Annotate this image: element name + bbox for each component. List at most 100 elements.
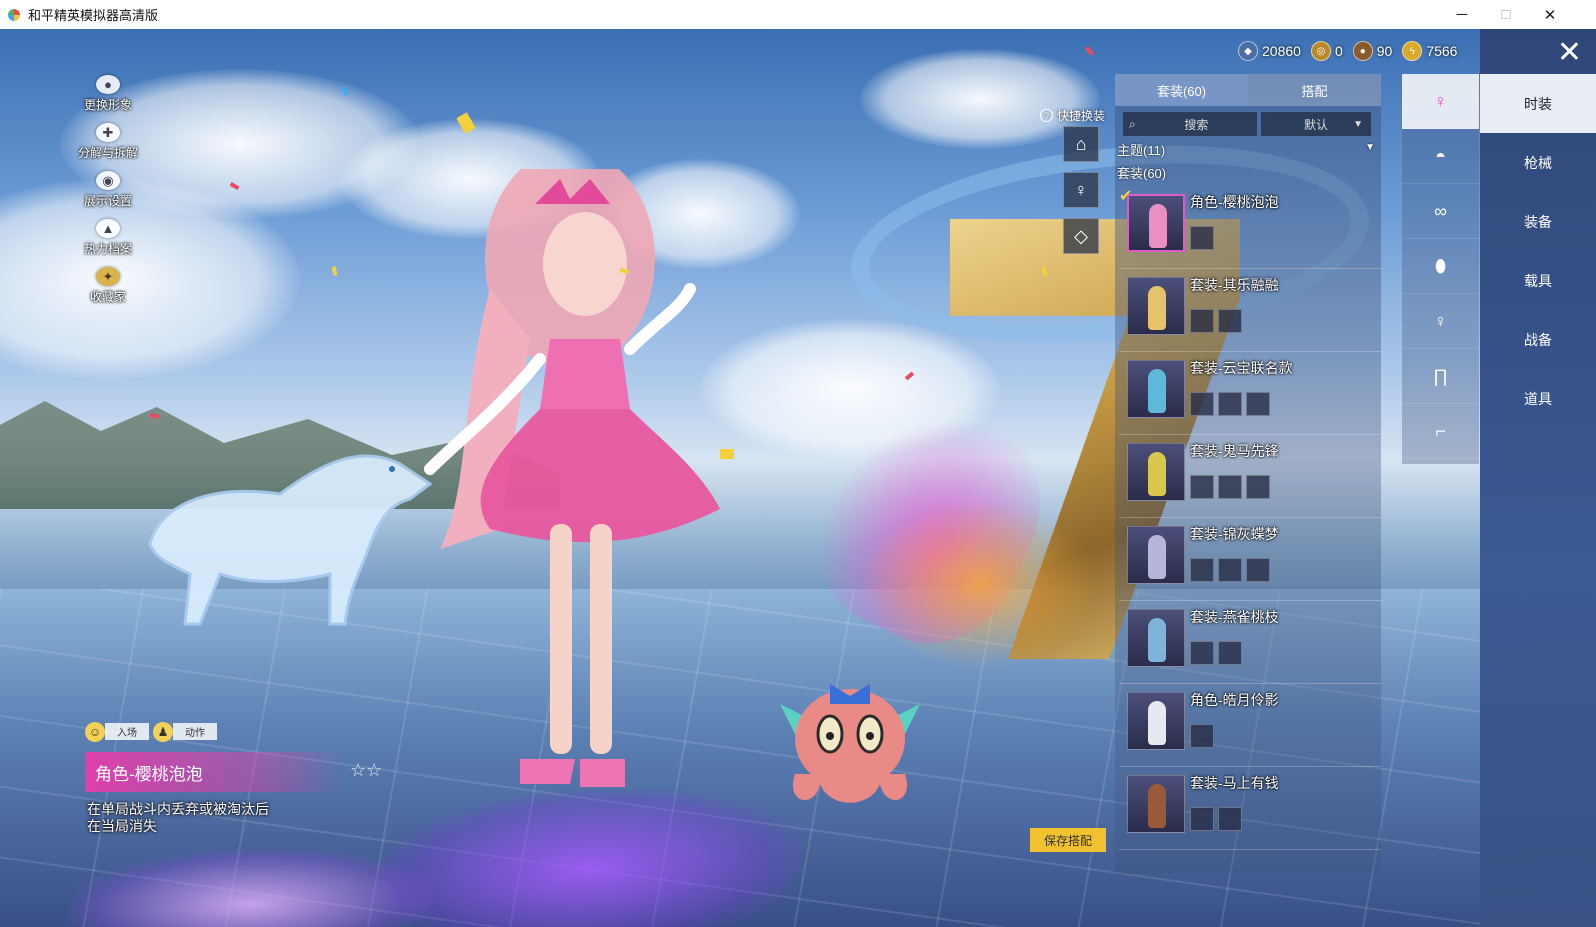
- mask-tab[interactable]: ⬮: [1402, 239, 1479, 294]
- list-item[interactable]: 套装-云宝联名款: [1119, 352, 1381, 435]
- quick-change-label[interactable]: ? 快捷换装: [1040, 107, 1105, 124]
- list-item[interactable]: 套装-燕雀桃枝: [1119, 601, 1381, 684]
- outfit-thumbnail: [1127, 194, 1185, 252]
- ice-wolf-companion: [148, 454, 433, 626]
- search-input[interactable]: ⌕ 搜索: [1123, 112, 1257, 136]
- outfit-description: 在单局战斗内丢弃或被淘汰后在当局消失: [87, 801, 269, 834]
- part-icon[interactable]: [1190, 475, 1214, 499]
- glasses-icon: ∞: [1434, 200, 1447, 221]
- currency-bar: ◆ 20860 ◎ 0 ● 90 ϟ 7566: [1238, 41, 1467, 61]
- category-props[interactable]: 道具: [1480, 369, 1596, 428]
- part-icon[interactable]: [1190, 641, 1214, 665]
- category-fashion[interactable]: 时装: [1480, 74, 1596, 133]
- shoes-icon: ⌐: [1435, 420, 1446, 441]
- part-icon[interactable]: [1218, 807, 1242, 831]
- collector-button[interactable]: ✦ 收藏家: [68, 267, 148, 305]
- character-icon: ♀: [1074, 179, 1088, 200]
- cap-icon: ◓: [1435, 145, 1446, 166]
- category-firearms[interactable]: 枪械: [1480, 133, 1596, 192]
- search-icon: ⌕: [1129, 116, 1136, 131]
- eye-icon: ◉: [96, 171, 120, 190]
- save-combination-button[interactable]: 保存搭配: [1030, 828, 1106, 852]
- part-icon[interactable]: [1246, 392, 1270, 416]
- part-icon[interactable]: [1190, 807, 1214, 831]
- pose-icon: ♟: [153, 721, 173, 742]
- outfit-tab[interactable]: ♀: [1402, 294, 1479, 349]
- checkmark-icon: ✔: [1119, 188, 1133, 205]
- outfit-parts: [1190, 724, 1218, 748]
- outfit-icon: ♀: [1433, 310, 1448, 331]
- tab-combinations[interactable]: 搭配: [1248, 74, 1381, 106]
- list-item[interactable]: 套装-马上有钱: [1119, 767, 1381, 850]
- decompose-button[interactable]: ✚ 分解与拆解: [68, 123, 148, 161]
- list-item[interactable]: 角色-皓月伶影: [1119, 684, 1381, 767]
- part-icon[interactable]: [1218, 641, 1242, 665]
- entrance-tab[interactable]: ☺ 入场: [85, 721, 149, 742]
- shoes-tab[interactable]: ⌐: [1402, 404, 1479, 459]
- pink-octopus-pet: [780, 684, 920, 803]
- close-window-button[interactable]: ✕: [1528, 0, 1572, 29]
- bronze-coin-icon: ●: [1352, 41, 1373, 61]
- currency-diamond: ◆ 20860: [1238, 41, 1301, 61]
- category-vehicles[interactable]: 载具: [1480, 251, 1596, 310]
- hat-tab[interactable]: ◓: [1402, 129, 1479, 184]
- smile-icon: ☺: [85, 721, 105, 742]
- category-equipment[interactable]: 装备: [1480, 192, 1596, 251]
- action-tab[interactable]: ♟ 动作: [153, 721, 217, 742]
- part-icon[interactable]: [1218, 392, 1242, 416]
- pants-tab[interactable]: ∏: [1402, 349, 1479, 404]
- window-title-bar: 和平精英模拟器高清版 ─ □ ✕: [0, 0, 1596, 29]
- part-icon[interactable]: [1246, 558, 1270, 582]
- sort-dropdown[interactable]: 默认 ▼: [1261, 112, 1371, 136]
- outfit-parts: [1190, 558, 1274, 582]
- glasses-tab[interactable]: ∞: [1402, 184, 1479, 239]
- outfit-thumbnail: [1127, 277, 1185, 335]
- outfit-parts: [1190, 475, 1274, 499]
- close-icon[interactable]: ✕: [1480, 29, 1596, 75]
- player-character-cherry-bubble: [424, 169, 720, 787]
- theme-filter[interactable]: 主题(11) ▼: [1117, 140, 1379, 158]
- list-item[interactable]: 套装-锦灰蝶梦: [1119, 518, 1381, 601]
- change-appearance-button[interactable]: ● 更换形象: [68, 75, 148, 113]
- full-outfit-tab[interactable]: ♀: [1402, 74, 1479, 129]
- person-icon: ●: [96, 75, 120, 94]
- diamond-quick-button[interactable]: ◇: [1063, 218, 1099, 254]
- outfit-thumbnail: [1127, 692, 1185, 750]
- window-title: 和平精英模拟器高清版: [28, 8, 159, 23]
- display-settings-button[interactable]: ◉ 展示设置: [68, 171, 148, 209]
- category-list: 时装 枪械 装备 载具 战备 道具: [1480, 74, 1596, 428]
- part-icon[interactable]: [1246, 475, 1270, 499]
- full-outfit-icon: ♀: [1433, 90, 1448, 111]
- tab-outfits[interactable]: 套装(60): [1115, 74, 1248, 106]
- diamond-coin-icon: ◆: [1238, 41, 1258, 61]
- part-icon[interactable]: [1218, 475, 1242, 499]
- mask-icon: ⬮: [1434, 255, 1447, 276]
- outfit-parts: [1190, 226, 1218, 250]
- list-item[interactable]: ✔ 角色-樱桃泡泡: [1119, 186, 1381, 269]
- part-icon[interactable]: [1190, 558, 1214, 582]
- gear-icon: ✚: [96, 123, 120, 142]
- heat-archive-button[interactable]: ▲ 热力档案: [68, 219, 148, 257]
- category-combat-prep[interactable]: 战备: [1480, 310, 1596, 369]
- part-icon[interactable]: [1190, 309, 1214, 333]
- outfit-parts: [1190, 807, 1246, 831]
- hanger-quick-button[interactable]: ⌂: [1063, 126, 1099, 162]
- outfit-parts: [1190, 309, 1246, 333]
- outfit-thumbnail: [1127, 609, 1185, 667]
- list-item[interactable]: 套装-鬼马先锋: [1119, 435, 1381, 518]
- part-icon[interactable]: [1190, 226, 1214, 250]
- list-item[interactable]: 套装-其乐融融: [1119, 269, 1381, 352]
- minimize-button[interactable]: ─: [1440, 0, 1484, 29]
- left-side-menu: ● 更换形象 ✚ 分解与拆解 ◉ 展示设置 ▲ 热力档案 ✦ 收藏家: [68, 75, 148, 315]
- lightning-coin-icon: ϟ: [1402, 41, 1423, 61]
- category-sidebar: ✕ 时装 枪械 装备 载具 战备 道具: [1480, 29, 1596, 927]
- favorite-stars-icon[interactable]: ☆☆: [350, 760, 382, 781]
- character-quick-button[interactable]: ♀: [1063, 172, 1099, 208]
- part-icon[interactable]: [1190, 724, 1214, 748]
- maximize-button[interactable]: □: [1484, 0, 1528, 29]
- part-icon[interactable]: [1218, 558, 1242, 582]
- diamond-icon: ◇: [1074, 225, 1088, 246]
- outfit-thumbnail: [1127, 775, 1185, 833]
- part-icon[interactable]: [1218, 309, 1242, 333]
- part-icon[interactable]: [1190, 392, 1214, 416]
